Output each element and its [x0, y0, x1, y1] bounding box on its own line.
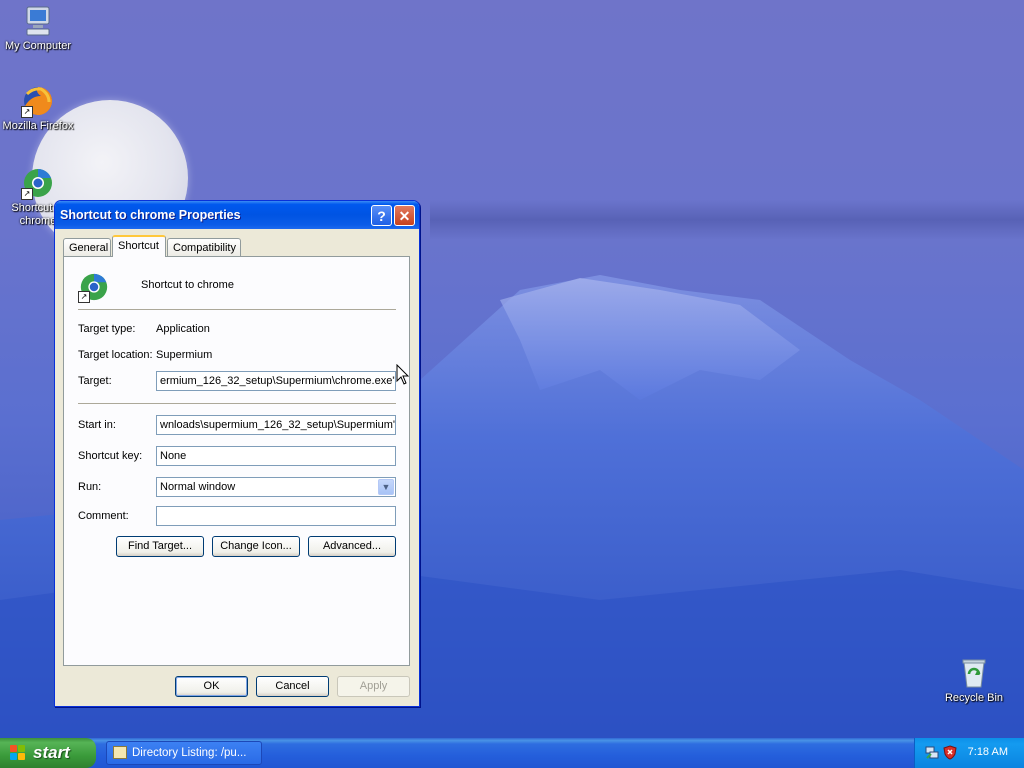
target-label: Target:: [78, 375, 112, 387]
chrome-icon: ↗: [21, 166, 55, 200]
taskbar-item-label: Directory Listing: /pu...: [132, 747, 247, 759]
cancel-button[interactable]: Cancel: [256, 676, 329, 697]
separator: [78, 309, 396, 310]
desktop-icon-recycle-bin[interactable]: Recycle Bin: [934, 656, 1014, 705]
tab-general[interactable]: General: [63, 238, 111, 256]
dialog-title: Shortcut to chrome Properties: [60, 208, 241, 222]
target-input-value: ermium_126_32_setup\Supermium\chrome.exe…: [160, 375, 396, 387]
desktop-icon-label: Mozilla Firefox: [2, 120, 74, 132]
separator: [78, 403, 396, 404]
dialog-titlebar[interactable]: Shortcut to chrome Properties ? ✕: [55, 201, 419, 229]
shortcut-name: Shortcut to chrome: [141, 279, 234, 291]
comment-input[interactable]: [156, 506, 396, 526]
shortcut-arrow-icon: ↗: [21, 106, 33, 118]
mouse-cursor-icon: [396, 364, 410, 385]
comment-label: Comment:: [78, 510, 129, 522]
shortcut-key-label: Shortcut key:: [78, 450, 143, 462]
desktop-icon-label: My Computer: [4, 40, 72, 52]
security-shield-icon[interactable]: [943, 745, 957, 760]
system-tray: 7:18 AM: [914, 738, 1024, 768]
start-in-input[interactable]: wnloads\supermium_126_32_setup\Supermium…: [156, 415, 396, 435]
network-icon[interactable]: [925, 745, 939, 760]
desktop-icon-my-computer[interactable]: My Computer: [0, 4, 78, 53]
windows-flag-icon: [10, 745, 26, 761]
taskbar: start Directory Listing: /pu... 7:18 AM: [0, 738, 1024, 768]
shortcut-arrow-icon: ↗: [78, 291, 90, 303]
close-icon: ✕: [398, 208, 411, 224]
window-icon: [113, 746, 127, 759]
start-in-input-value: wnloads\supermium_126_32_setup\Supermium…: [160, 419, 396, 431]
desktop-icon-label: Recycle Bin: [944, 692, 1004, 704]
start-in-label: Start in:: [78, 419, 116, 431]
start-button[interactable]: start: [0, 738, 96, 768]
shortcut-key-value: None: [160, 450, 187, 462]
ok-button[interactable]: OK: [175, 676, 248, 697]
taskbar-item-directory-listing[interactable]: Directory Listing: /pu...: [106, 741, 262, 765]
clock[interactable]: 7:18 AM: [968, 746, 1008, 758]
target-input[interactable]: ermium_126_32_setup\Supermium\chrome.exe…: [156, 371, 396, 391]
run-select[interactable]: Normal window ▼: [156, 477, 396, 497]
desktop-icon-firefox[interactable]: ↗ Mozilla Firefox: [0, 84, 78, 133]
my-computer-icon: [21, 4, 55, 38]
chrome-icon: ↗: [78, 271, 110, 303]
start-label: start: [33, 743, 70, 762]
run-select-value: Normal window: [160, 481, 236, 493]
properties-dialog: Shortcut to chrome Properties ? ✕ Genera…: [54, 200, 420, 707]
shortcut-tab-panel: ↗ Shortcut to chrome Target type: Applic…: [63, 256, 410, 666]
close-button[interactable]: ✕: [394, 205, 415, 226]
help-button[interactable]: ?: [371, 205, 392, 226]
tab-shortcut[interactable]: Shortcut: [112, 235, 166, 257]
firefox-icon: ↗: [21, 84, 55, 118]
shortcut-key-input[interactable]: None: [156, 446, 396, 466]
target-location-value: Supermium: [156, 349, 213, 361]
recycle-bin-icon: [957, 656, 991, 690]
target-type-label: Target type:: [78, 323, 136, 335]
wallpaper-cloud-band: [430, 200, 1024, 240]
chevron-down-icon[interactable]: ▼: [378, 479, 394, 495]
target-location-label: Target location:: [78, 349, 153, 361]
find-target-button[interactable]: Find Target...: [116, 536, 204, 557]
apply-button[interactable]: Apply: [337, 676, 410, 697]
advanced-button[interactable]: Advanced...: [308, 536, 396, 557]
run-label: Run:: [78, 481, 102, 493]
target-type-value: Application: [156, 323, 210, 335]
help-icon: ?: [377, 208, 386, 224]
change-icon-button[interactable]: Change Icon...: [212, 536, 300, 557]
shortcut-arrow-icon: ↗: [21, 188, 33, 200]
tab-compatibility[interactable]: Compatibility: [167, 238, 241, 256]
